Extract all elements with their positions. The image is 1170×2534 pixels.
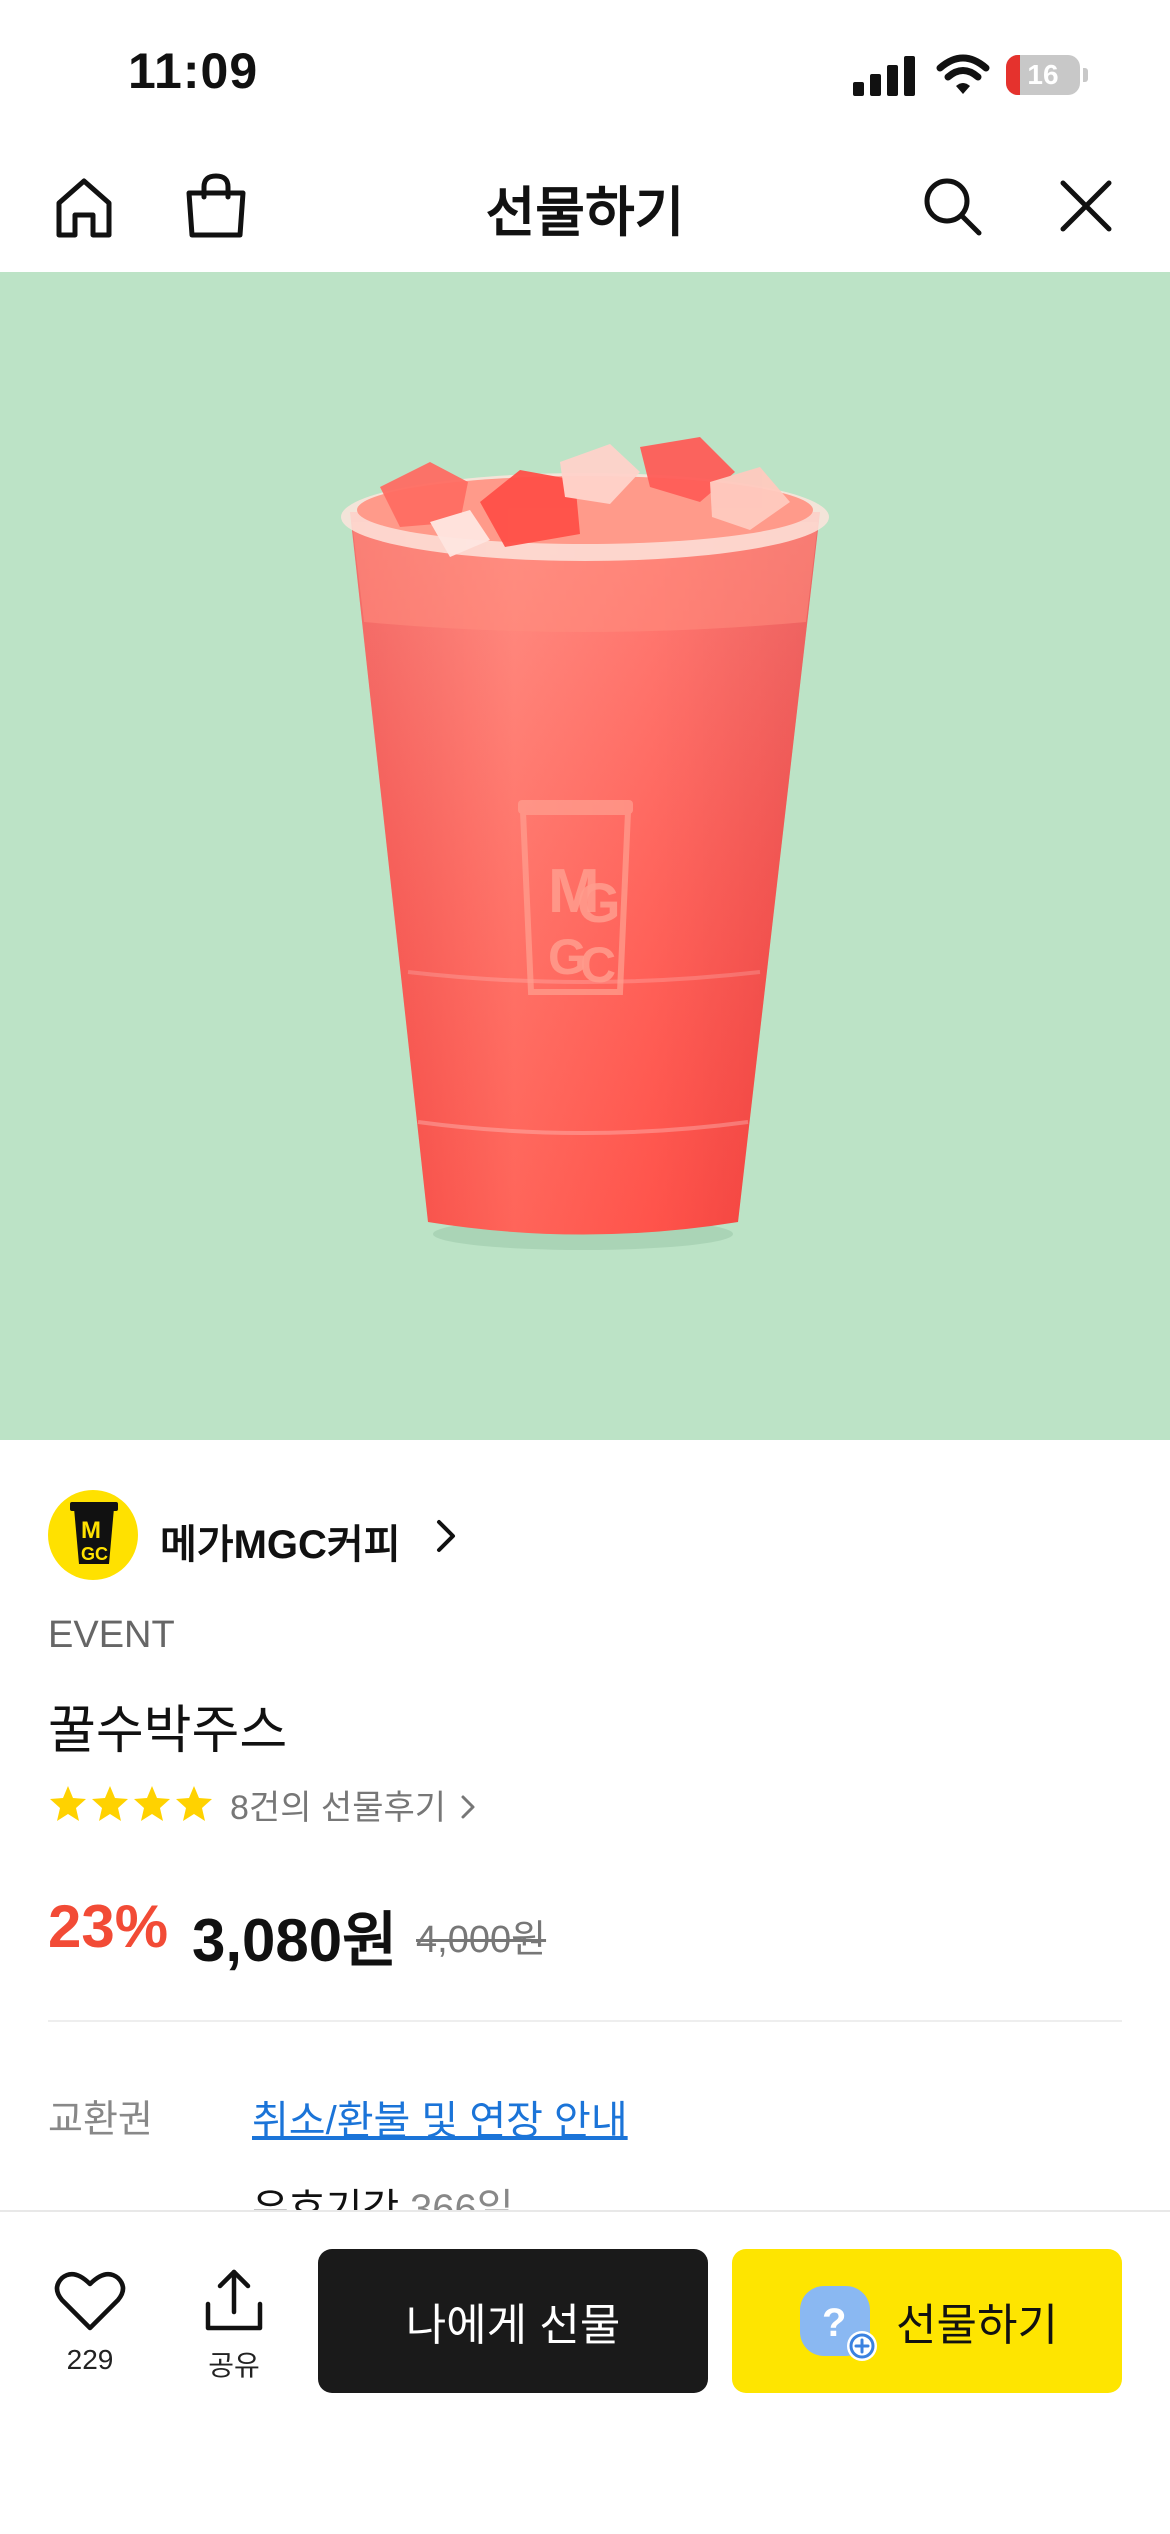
cellular-signal-icon xyxy=(853,56,915,96)
product-image: M G G C xyxy=(0,272,1170,1440)
gift-friend-icon: ? xyxy=(800,2286,878,2361)
status-time: 11:09 xyxy=(128,43,259,99)
brand-name-link[interactable]: 메가MGC커피 xyxy=(160,1512,401,1570)
logo-letter: GC xyxy=(81,1544,108,1564)
search-icon xyxy=(924,178,982,236)
close-button[interactable] xyxy=(1046,166,1126,246)
close-icon xyxy=(1060,180,1112,232)
review-text: 8건의 선물후기 xyxy=(230,1789,447,1827)
heart-icon xyxy=(54,2271,126,2331)
cup-logo-letter: C xyxy=(580,937,616,993)
star-icon xyxy=(134,1786,170,1821)
cup-logo-letter: G xyxy=(577,871,621,934)
gift-label: 선물하기 xyxy=(896,2301,1058,2350)
mgc-logo-icon: M GC xyxy=(70,1502,118,1564)
sale-price: 3,080원 xyxy=(192,1907,398,1974)
brand-logo[interactable]: M GC xyxy=(48,1490,138,1580)
chevron-right-icon xyxy=(461,1795,474,1819)
star-icon xyxy=(92,1786,128,1821)
wifi-icon xyxy=(936,54,990,94)
battery-level: 16 xyxy=(1027,59,1059,90)
divider xyxy=(48,2020,1122,2022)
rating-stars xyxy=(50,1786,212,1821)
refund-policy-link[interactable]: 취소/환불 및 연장 안내 xyxy=(252,2088,628,2146)
original-price: 4,000원 xyxy=(416,1919,547,1961)
page-title: 선물하기 xyxy=(485,183,685,243)
wish-count: 229 xyxy=(66,2344,114,2375)
product-name: 꿀수박주스 xyxy=(48,1702,288,1760)
review-link[interactable]: 8건의 선물후기 xyxy=(230,1780,478,1829)
logo-letter: M xyxy=(81,1517,101,1544)
star-icon xyxy=(50,1786,86,1821)
star-icon xyxy=(176,1786,212,1821)
battery-icon: 16 xyxy=(1006,55,1088,97)
gift-to-self-label: 나에게 선물 xyxy=(405,2301,621,2350)
gift-button[interactable]: ? 선물하기 xyxy=(732,2249,1122,2393)
event-tag: EVENT xyxy=(48,1614,175,1656)
share-label: 공유 xyxy=(208,2350,260,2381)
voucher-label: 교환권 xyxy=(48,2099,153,2141)
share-icon xyxy=(205,2269,263,2331)
search-button[interactable] xyxy=(912,166,992,246)
svg-text:?: ? xyxy=(822,2301,846,2345)
gift-to-self-button[interactable]: 나에게 선물 xyxy=(318,2249,708,2393)
watermelon-juice-cup-image: M G G C xyxy=(341,437,829,1250)
chevron-right-icon[interactable] xyxy=(432,1514,460,1558)
discount-rate: 23% xyxy=(48,1893,169,1960)
